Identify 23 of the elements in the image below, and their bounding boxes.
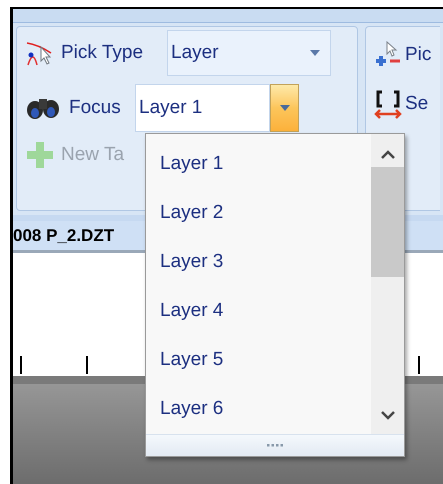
pick-type-label: Pick Type — [61, 40, 144, 65]
scrollbar-thumb[interactable] — [371, 167, 404, 277]
document-tab[interactable]: 008 P_2.DZT — [13, 222, 114, 248]
bracket-arrow-icon — [374, 90, 402, 120]
ribbon-button[interactable]: Se — [405, 90, 428, 119]
caret-icon — [280, 105, 290, 111]
focus-field[interactable]: Layer 1 — [135, 84, 270, 132]
dropdown-item[interactable]: Layer 3 — [160, 238, 371, 287]
grip-dots-icon — [267, 444, 283, 447]
resize-grip[interactable] — [146, 434, 404, 456]
dropdown-item[interactable]: Layer 1 — [160, 140, 371, 189]
dropdown-item[interactable]: Layer 5 — [160, 336, 371, 385]
dropdown-item[interactable]: Layer 2 — [160, 189, 371, 238]
scrollbar[interactable] — [371, 134, 404, 434]
scroll-down-icon[interactable] — [380, 411, 394, 420]
scroll-up-icon[interactable] — [380, 150, 394, 159]
dropdown-button[interactable] — [270, 84, 299, 132]
caret-icon — [310, 50, 320, 56]
plus-icon — [25, 140, 55, 170]
pick-type-dropdown[interactable]: Layer — [167, 30, 331, 76]
dropdown-item[interactable]: Layer 4 — [160, 287, 371, 336]
ribbon-button[interactable]: Pic — [405, 41, 432, 70]
focus-label: Focus — [69, 96, 122, 120]
